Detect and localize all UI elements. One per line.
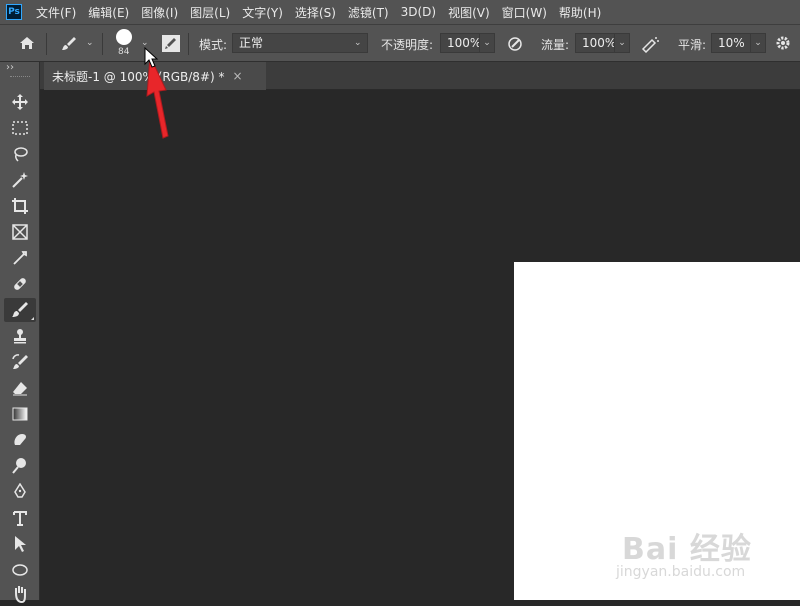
panel-grip[interactable] <box>10 76 30 79</box>
tools-panel: ›› <box>0 62 40 603</box>
document-canvas[interactable]: Bai 经验 jingyan.baidu.com <box>514 262 800 600</box>
dodge-tool[interactable] <box>4 454 36 478</box>
menu-edit[interactable]: 编辑(E) <box>88 4 129 21</box>
menu-type[interactable]: 文字(Y) <box>242 4 283 21</box>
menu-3d[interactable]: 3D(D) <box>401 5 436 19</box>
document-tab-bar: 未标题-1 @ 100% (RGB/8#) * × <box>40 62 800 90</box>
eraser-icon <box>13 382 27 396</box>
mode-label: 模式: <box>199 38 228 52</box>
hand-tool[interactable] <box>4 582 36 606</box>
menu-file[interactable]: 文件(F) <box>36 4 76 21</box>
flow-dropdown-button[interactable]: ⌄ <box>614 33 630 53</box>
crop-tool[interactable] <box>4 194 36 218</box>
path-selection-tool[interactable] <box>4 532 36 556</box>
history-brush-tool[interactable] <box>4 350 36 374</box>
opacity-input[interactable]: 100% <box>440 33 481 53</box>
magic-wand-icon <box>12 172 28 188</box>
flow-label: 流量: <box>541 38 570 52</box>
brush-settings-icon[interactable] <box>162 35 180 52</box>
brush-tool-preset-icon[interactable] <box>60 35 78 56</box>
chevron-down-icon[interactable]: ⌄ <box>86 38 94 48</box>
gear-icon[interactable] <box>775 35 791 54</box>
text-icon <box>13 511 27 526</box>
bandage-icon <box>14 278 26 290</box>
flow-input[interactable]: 100% <box>575 33 616 53</box>
clone-stamp-tool[interactable] <box>4 324 36 348</box>
stamp-icon <box>14 329 26 344</box>
lasso-icon <box>14 147 28 162</box>
brush-picker-chevron-icon[interactable]: ⌄ <box>141 38 149 48</box>
move-icon <box>12 94 28 110</box>
eyedropper-icon <box>13 251 27 265</box>
frame-tool[interactable] <box>4 220 36 244</box>
watermark-url: jingyan.baidu.com <box>616 564 746 580</box>
separator <box>102 33 103 55</box>
separator <box>188 33 189 55</box>
smoothing-input[interactable]: 10% <box>711 33 751 53</box>
smoothing-dropdown-button[interactable]: ⌄ <box>750 33 766 53</box>
hand-icon <box>15 586 26 603</box>
smoothing-label: 平滑: <box>678 38 707 52</box>
gradient-tool[interactable] <box>4 402 36 426</box>
crop-icon <box>12 198 28 214</box>
watermark-logo: Bai 经验 <box>622 532 752 567</box>
eyedropper-tool[interactable] <box>4 246 36 270</box>
document-tab-title: 未标题-1 @ 100% (RGB/8#) * <box>52 69 225 84</box>
shape-tool[interactable] <box>4 558 36 582</box>
chevron-down-icon[interactable]: ⌄ <box>354 38 362 48</box>
rectangle-select-icon <box>12 121 28 135</box>
pen-tool[interactable] <box>4 480 36 504</box>
move-tool[interactable] <box>4 90 36 114</box>
opacity-label: 不透明度: <box>381 38 434 52</box>
brush-size-value: 84 <box>118 47 130 57</box>
eraser-tool[interactable] <box>4 376 36 400</box>
submenu-corner <box>31 317 34 320</box>
options-bar: ⌄ 84 ⌄ 模式: 正常 ⌄ 不透明度: 100% ⌄ 流量: 100% ⌄ … <box>0 24 800 62</box>
mode-select[interactable]: 正常 <box>232 33 368 53</box>
smudge-tool[interactable] <box>4 428 36 452</box>
frame-icon <box>12 224 28 240</box>
menu-window[interactable]: 窗口(W) <box>502 4 547 21</box>
gradient-icon <box>12 407 28 421</box>
menu-filter[interactable]: 滤镜(T) <box>348 4 389 21</box>
document-tab[interactable]: 未标题-1 @ 100% (RGB/8#) * × <box>44 62 266 90</box>
collapse-panel-icon[interactable]: ›› <box>6 62 14 73</box>
brush-tool[interactable] <box>4 298 36 322</box>
menu-bar: Ps 文件(F) 编辑(E) 图像(I) 图层(L) 文字(Y) 选择(S) 滤… <box>0 0 800 24</box>
separator <box>46 33 47 55</box>
menu-view[interactable]: 视图(V) <box>448 4 490 21</box>
close-icon[interactable]: × <box>233 69 243 83</box>
photoshop-logo: Ps <box>6 4 22 20</box>
marquee-tool[interactable] <box>4 116 36 140</box>
menu-help[interactable]: 帮助(H) <box>559 4 601 21</box>
smudge-icon <box>14 434 26 445</box>
opacity-dropdown-button[interactable]: ⌄ <box>479 33 495 53</box>
menu-image[interactable]: 图像(I) <box>141 4 178 21</box>
ellipse-icon <box>12 564 28 576</box>
lasso-tool[interactable] <box>4 142 36 166</box>
pen-icon <box>14 483 26 498</box>
brush-icon <box>12 302 28 317</box>
canvas-area[interactable]: Bai 经验 jingyan.baidu.com <box>40 90 800 600</box>
airbrush-icon[interactable] <box>640 35 660 56</box>
menu-layer[interactable]: 图层(L) <box>190 4 230 21</box>
direct-select-arrow-icon <box>15 536 26 552</box>
home-icon[interactable] <box>18 34 36 55</box>
history-brush-icon <box>12 354 28 369</box>
brush-preview-icon[interactable] <box>116 29 132 45</box>
type-tool[interactable] <box>4 506 36 530</box>
healing-brush-tool[interactable] <box>4 272 36 296</box>
pressure-opacity-icon[interactable] <box>506 35 524 56</box>
dodge-icon <box>12 458 26 474</box>
magic-wand-tool[interactable] <box>4 168 36 192</box>
menu-select[interactable]: 选择(S) <box>295 4 336 21</box>
